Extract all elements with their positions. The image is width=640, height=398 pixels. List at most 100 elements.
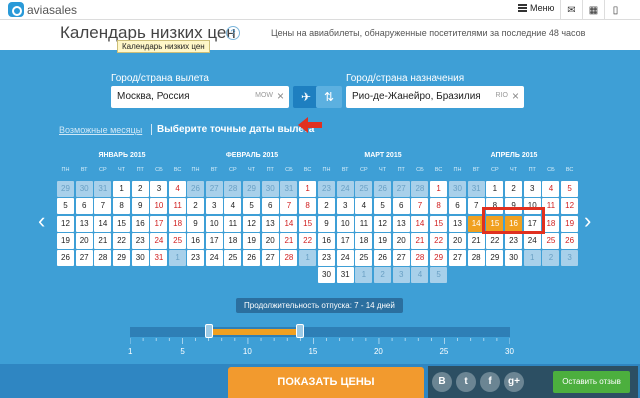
date-cell[interactable]: 29	[113, 249, 131, 266]
date-cell[interactable]: 22	[299, 232, 317, 249]
date-cell[interactable]: 2	[505, 181, 523, 198]
date-cell[interactable]: 8	[299, 198, 317, 215]
date-cell[interactable]: 20	[75, 232, 93, 249]
date-cell[interactable]: 27	[449, 249, 466, 266]
mobile-icon[interactable]: ▯	[604, 0, 626, 20]
date-cell[interactable]: 8	[430, 198, 448, 215]
aviasales-logo[interactable]: aviasales	[8, 2, 77, 17]
date-cell[interactable]: 30	[505, 249, 523, 266]
date-cell[interactable]: 17	[336, 232, 354, 249]
date-cell[interactable]: 18	[224, 232, 242, 249]
date-cell[interactable]: 1	[113, 181, 131, 198]
date-cell[interactable]: 2	[318, 198, 335, 215]
help-icon[interactable]: ?	[226, 26, 240, 40]
date-cell[interactable]: 19	[243, 232, 261, 249]
date-cell[interactable]: 13	[449, 215, 466, 232]
destination-clear-icon[interactable]: ×	[512, 89, 519, 103]
date-cell[interactable]: 15	[430, 215, 448, 232]
date-cell[interactable]: 13	[392, 215, 410, 232]
date-cell[interactable]: 18	[169, 215, 187, 232]
date-cell[interactable]: 11	[169, 198, 187, 215]
twitter-icon[interactable]: t	[456, 372, 476, 392]
date-cell[interactable]: 21	[411, 232, 429, 249]
date-cell[interactable]: 4	[542, 181, 560, 198]
date-cell[interactable]: 7	[280, 198, 298, 215]
next-months-icon[interactable]: ›	[584, 208, 591, 234]
destination-input[interactable]: Рио-де-Жанейро, Бразилия RIO ×	[346, 86, 524, 108]
date-cell[interactable]: 9	[187, 215, 204, 232]
date-cell[interactable]: 6	[449, 198, 466, 215]
date-cell[interactable]: 27	[261, 249, 279, 266]
date-cell[interactable]: 17	[205, 232, 223, 249]
date-cell[interactable]: 22	[486, 232, 504, 249]
duration-slider-min-handle[interactable]	[204, 324, 213, 338]
date-cell[interactable]: 29	[430, 249, 448, 266]
date-cell[interactable]: 19	[374, 232, 392, 249]
date-cell[interactable]: 25	[169, 232, 187, 249]
date-cell[interactable]: 30	[318, 267, 335, 284]
date-cell[interactable]: 27	[392, 249, 410, 266]
date-cell[interactable]: 1	[486, 181, 504, 198]
date-cell[interactable]: 1	[299, 181, 317, 198]
date-cell[interactable]: 21	[94, 232, 112, 249]
date-cell[interactable]: 1	[430, 181, 448, 198]
date-cell[interactable]: 18	[355, 232, 373, 249]
date-cell[interactable]: 7	[411, 198, 429, 215]
date-cell[interactable]: 3	[205, 198, 223, 215]
date-cell[interactable]: 2	[131, 181, 149, 198]
date-cell[interactable]: 6	[75, 198, 93, 215]
date-cell[interactable]: 26	[374, 249, 392, 266]
duration-slider-max-handle[interactable]	[296, 324, 305, 338]
date-cell[interactable]: 31	[336, 267, 354, 284]
date-cell[interactable]: 5	[374, 198, 392, 215]
date-cell[interactable]: 20	[392, 232, 410, 249]
date-cell[interactable]: 13	[75, 215, 93, 232]
date-cell[interactable]: 5	[57, 198, 74, 215]
google-plus-icon[interactable]: g+	[504, 372, 524, 392]
date-cell[interactable]: 24	[205, 249, 223, 266]
date-cell[interactable]: 23	[505, 232, 523, 249]
date-cell[interactable]: 15	[113, 215, 131, 232]
date-cell[interactable]: 15	[299, 215, 317, 232]
date-cell[interactable]: 24	[523, 232, 541, 249]
date-cell[interactable]: 4	[224, 198, 242, 215]
date-cell[interactable]: 23	[318, 249, 335, 266]
feedback-button[interactable]: Оставить отзыв	[553, 371, 630, 393]
date-cell[interactable]: 4	[169, 181, 187, 198]
date-cell[interactable]: 17	[150, 215, 168, 232]
date-cell[interactable]: 19	[561, 215, 579, 232]
date-cell[interactable]: 12	[243, 215, 261, 232]
swap-direction-button[interactable]: ⇅	[316, 86, 342, 108]
date-cell[interactable]: 8	[113, 198, 131, 215]
date-cell[interactable]: 5	[243, 198, 261, 215]
date-cell[interactable]: 28	[280, 249, 298, 266]
date-cell[interactable]: 22	[430, 232, 448, 249]
date-cell[interactable]: 21	[467, 232, 485, 249]
date-cell[interactable]: 14	[411, 215, 429, 232]
exact-dates-tab[interactable]: Выберите точные даты вылета	[157, 124, 314, 135]
prev-months-icon[interactable]: ‹	[38, 208, 45, 234]
show-prices-button[interactable]: ПОКАЗАТЬ ЦЕНЫ	[228, 367, 424, 398]
date-cell[interactable]: 24	[150, 232, 168, 249]
date-cell[interactable]: 11	[224, 215, 242, 232]
date-cell[interactable]: 26	[243, 249, 261, 266]
date-cell[interactable]: 13	[261, 215, 279, 232]
date-cell[interactable]: 23	[131, 232, 149, 249]
menu-button[interactable]: Меню	[518, 3, 554, 13]
date-cell[interactable]: 12	[374, 215, 392, 232]
date-cell[interactable]: 24	[336, 249, 354, 266]
date-cell[interactable]: 14	[280, 215, 298, 232]
facebook-icon[interactable]: f	[480, 372, 500, 392]
date-cell[interactable]: 3	[523, 181, 541, 198]
date-cell[interactable]: 26	[561, 232, 579, 249]
possible-months-link[interactable]: Возможные месяцы	[59, 125, 142, 135]
date-cell[interactable]: 12	[57, 215, 74, 232]
date-cell[interactable]: 10	[150, 198, 168, 215]
date-cell[interactable]: 26	[57, 249, 74, 266]
date-cell[interactable]: 7	[94, 198, 112, 215]
date-cell[interactable]: 28	[467, 249, 485, 266]
date-cell[interactable]: 6	[261, 198, 279, 215]
date-cell[interactable]: 2	[187, 198, 204, 215]
date-cell[interactable]: 10	[336, 215, 354, 232]
date-cell[interactable]: 30	[131, 249, 149, 266]
